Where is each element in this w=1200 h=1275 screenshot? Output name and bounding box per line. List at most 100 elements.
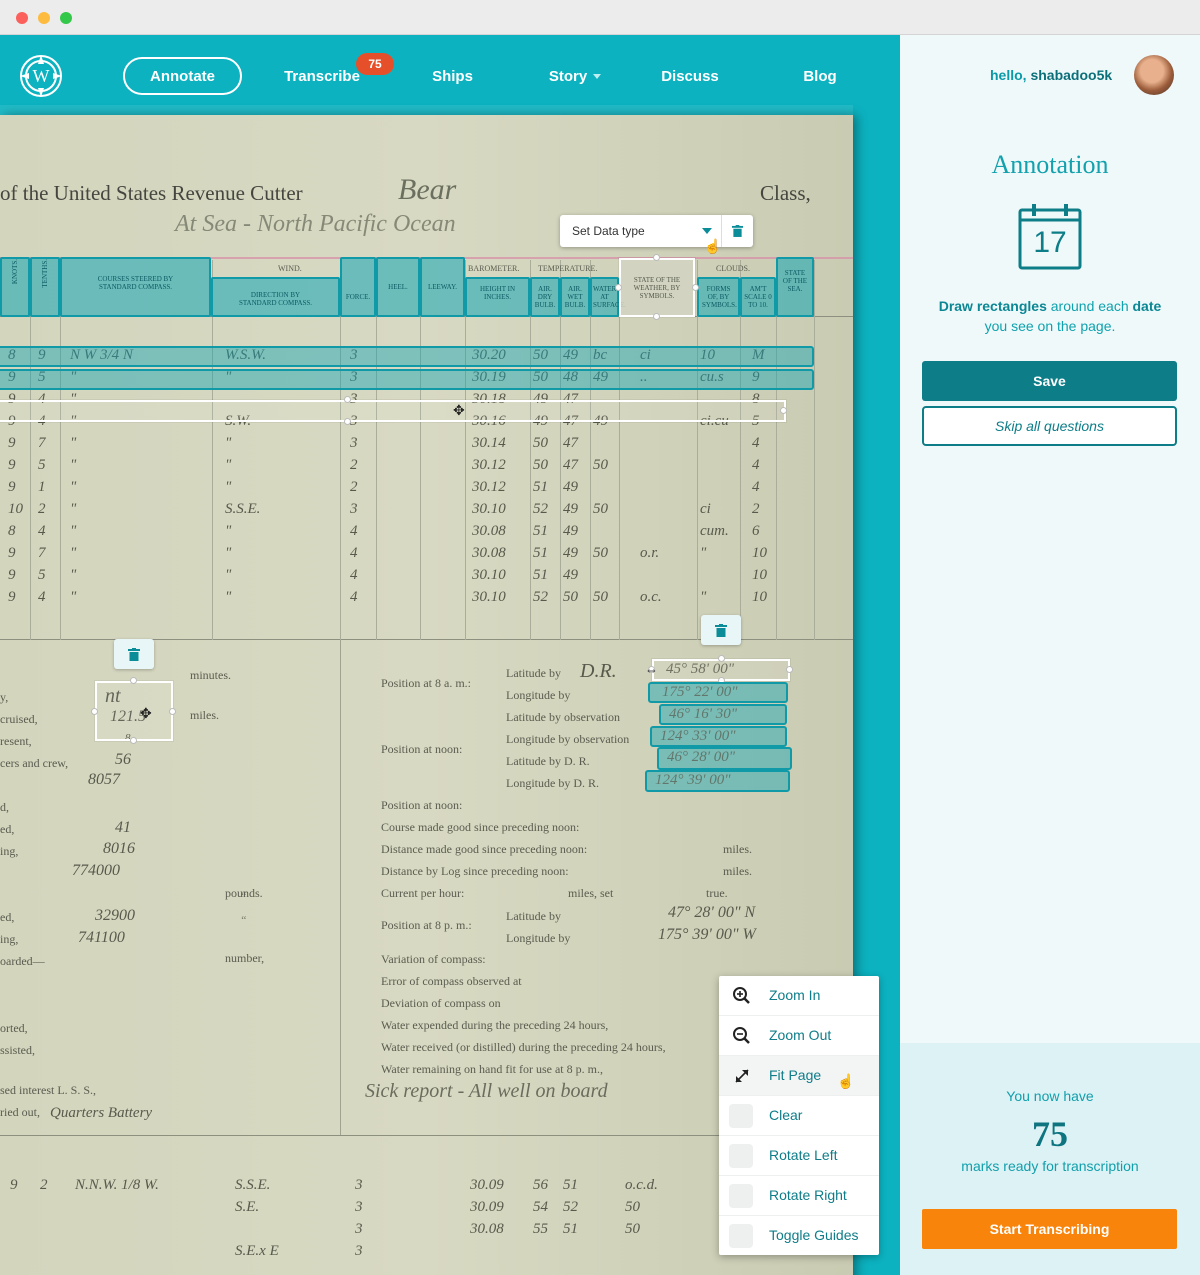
- coordinate-annotation-box[interactable]: 124° 39' 00": [645, 770, 790, 792]
- log-cell: 3: [355, 1221, 363, 1237]
- log-cell: 30.12: [472, 479, 506, 495]
- close-window-icon[interactable]: [16, 12, 28, 24]
- log-cell: o.r.: [640, 545, 660, 561]
- log-cell: ": [225, 523, 232, 539]
- browser-titlebar: [0, 0, 1200, 35]
- coordinate-annotation-box[interactable]: 46° 16' 30": [659, 704, 787, 725]
- column-annotation-box[interactable]: WATER AT SURFACE.: [590, 277, 626, 317]
- log-cell: ": [225, 479, 232, 495]
- row-annotation-box[interactable]: [0, 346, 814, 367]
- column-rule: [590, 260, 591, 640]
- resize-handle[interactable]: [91, 708, 98, 715]
- column-annotation-box[interactable]: HEEL.: [376, 257, 420, 317]
- resize-handle[interactable]: [718, 655, 725, 662]
- row-annotation-box[interactable]: [0, 369, 814, 390]
- chevron-down-icon[interactable]: [702, 228, 712, 234]
- selected-row-box[interactable]: [0, 400, 786, 422]
- skip-all-questions-button[interactable]: Skip all questions: [922, 406, 1177, 446]
- resize-handle[interactable]: [169, 708, 176, 715]
- log-cell: 7: [38, 435, 46, 451]
- delete-mark-button[interactable]: [114, 639, 154, 669]
- resize-handle[interactable]: [130, 737, 137, 744]
- column-annotation-box[interactable]: AIR. WET BULB.: [560, 277, 590, 317]
- resize-handle[interactable]: [615, 284, 622, 291]
- log-cell: 5: [38, 567, 46, 583]
- resize-handle[interactable]: [653, 313, 660, 320]
- zoom-out-item[interactable]: Zoom Out: [719, 1016, 879, 1056]
- username[interactable]: shabadoo5k: [1030, 67, 1112, 83]
- log-cell: ci: [700, 501, 711, 517]
- column-annotation-box[interactable]: HEIGHT IN INCHES.: [465, 277, 530, 317]
- log-cell: 56: [533, 1177, 548, 1193]
- column-annotation-box[interactable]: AM'T SCALE 0 TO 10.: [740, 277, 776, 317]
- log-cell: 3: [355, 1243, 363, 1259]
- instruction-bold: Draw rectangles: [938, 298, 1047, 314]
- doc-line: Water received (or distilled) during the…: [381, 1040, 666, 1054]
- save-button[interactable]: Save: [922, 361, 1177, 401]
- delete-mark-button[interactable]: [701, 615, 741, 645]
- column-header-text: HEIGHT IN INCHES.: [479, 285, 516, 301]
- nav-transcribe[interactable]: Transcribe: [280, 57, 364, 95]
- resize-handle[interactable]: [692, 284, 699, 291]
- log-cell: S.S.E.: [235, 1177, 271, 1193]
- left-label: ing,: [0, 932, 19, 946]
- delete-mark-button[interactable]: [721, 215, 753, 247]
- doc-line: Distance by Log since preceding noon:: [381, 864, 569, 878]
- log-cell: 49: [563, 501, 578, 517]
- lat-by-label: Latitude by: [506, 666, 561, 680]
- nav-story[interactable]: Story: [540, 57, 610, 95]
- document-title: of the United States Revenue Cutter: [0, 181, 303, 205]
- column-annotation-box[interactable]: AIR. DRY BULB.: [530, 277, 560, 317]
- column-header-text: FORCE.: [345, 293, 371, 301]
- log-cell: 10: [752, 589, 767, 605]
- calendar-day: 17: [1033, 226, 1067, 259]
- coordinate-annotation-box[interactable]: 46° 28' 00": [657, 747, 792, 770]
- resize-handle[interactable]: [653, 254, 660, 261]
- avatar[interactable]: [1134, 55, 1174, 95]
- rotate-right-item[interactable]: Rotate Right: [719, 1176, 879, 1216]
- rotate-left-item[interactable]: Rotate Left: [719, 1136, 879, 1176]
- column-annotation-box[interactable]: STATE OF THE SEA.: [776, 257, 814, 317]
- selected-annotation-box[interactable]: [95, 681, 173, 741]
- compass-logo-icon[interactable]: W: [20, 55, 62, 97]
- nav-discuss[interactable]: Discuss: [655, 57, 725, 95]
- coordinate-annotation-box[interactable]: 175° 22' 00": [648, 682, 788, 703]
- marks-count: 75: [1032, 1114, 1068, 1154]
- column-header-text: TENTHS.: [41, 259, 49, 288]
- column-annotation-box[interactable]: DIRECTION BY STANDARD COMPASS.: [211, 277, 340, 317]
- column-rule: [697, 260, 698, 640]
- coordinate-annotation-box[interactable]: 124° 33' 00": [650, 726, 787, 747]
- column-annotation-box[interactable]: KNOTS.: [0, 257, 30, 317]
- column-annotation-box[interactable]: LEEWAY.: [420, 257, 465, 317]
- resize-handle[interactable]: [344, 396, 351, 403]
- greeting-prefix: hello,: [990, 67, 1027, 83]
- log-cell: ": [225, 435, 232, 451]
- column-rule: [60, 260, 61, 640]
- column-annotation-box[interactable]: FORCE.: [340, 257, 376, 317]
- doc-line: Course made good since preceding noon:: [381, 820, 580, 834]
- log-cell: S.E.: [235, 1199, 260, 1215]
- log-cell: 4: [752, 457, 760, 473]
- resize-handle[interactable]: [786, 666, 793, 673]
- maximize-window-icon[interactable]: [60, 12, 72, 24]
- clear-item[interactable]: Clear: [719, 1096, 879, 1136]
- zoom-in-item[interactable]: Zoom In: [719, 976, 879, 1016]
- resize-handle[interactable]: [130, 677, 137, 684]
- nav-annotate[interactable]: Annotate: [123, 57, 242, 95]
- nav-blog[interactable]: Blog: [796, 57, 844, 95]
- toggle-guides-item[interactable]: Toggle Guides: [719, 1216, 879, 1256]
- nav-ships[interactable]: Ships: [425, 57, 480, 95]
- set-data-type-label[interactable]: Set Data type: [572, 224, 645, 238]
- resize-handle[interactable]: [780, 407, 787, 414]
- selected-annotation-box[interactable]: STATE OF THE WEATHER, BY SYMBOLS.: [619, 258, 695, 317]
- resize-handle[interactable]: [344, 418, 351, 425]
- column-annotation-box[interactable]: COURSES STEERED BY STANDARD COMPASS.: [60, 257, 211, 317]
- start-transcribing-button[interactable]: Start Transcribing: [922, 1209, 1177, 1249]
- fit-page-item[interactable]: Fit Page ☝: [719, 1056, 879, 1096]
- left-value: 8016: [103, 840, 135, 857]
- column-annotation-box[interactable]: FORMS OF, BY SYMBOLS.: [697, 277, 740, 317]
- column-rule: [420, 260, 421, 640]
- clear-icon: [729, 1104, 753, 1128]
- minimize-window-icon[interactable]: [38, 12, 50, 24]
- column-annotation-box[interactable]: TENTHS.: [30, 257, 60, 317]
